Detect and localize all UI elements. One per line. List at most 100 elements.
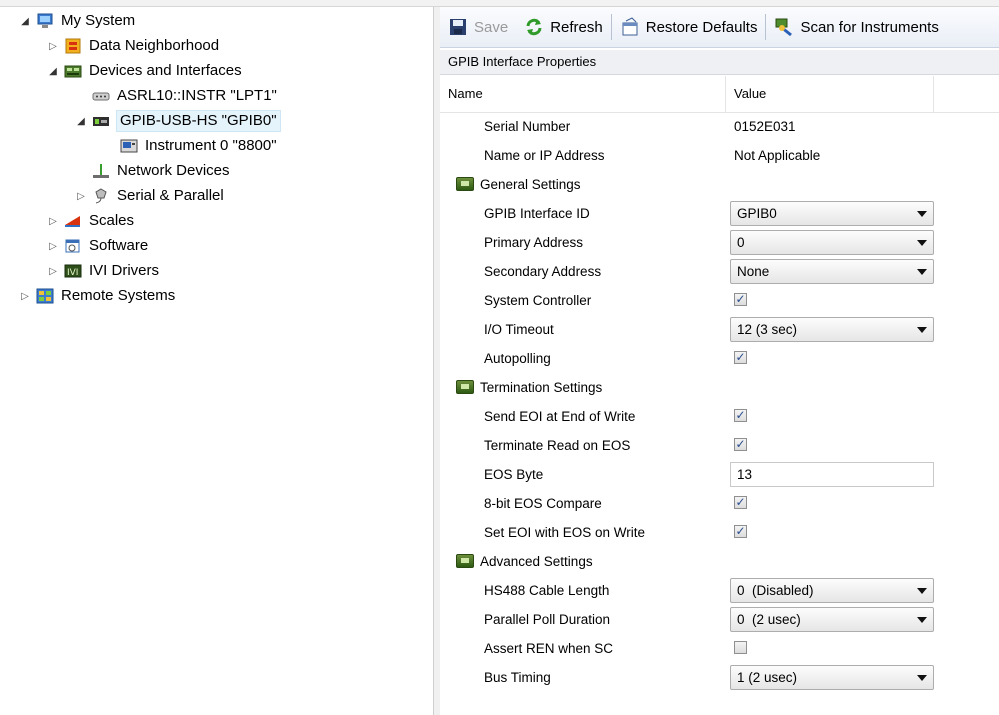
property-row[interactable]: Secondary Address None <box>440 257 999 286</box>
property-row[interactable]: EOS Byte 13 <box>440 460 999 489</box>
svg-text:IVI: IVI <box>67 268 78 278</box>
dropdown-value: 0 <box>737 235 745 250</box>
expand-arrow-icon[interactable]: ▷ <box>46 239 60 253</box>
tree-node-serial-parallel[interactable]: ▷ Serial & Parallel <box>74 184 225 208</box>
dropdown-value: 12 (3 sec) <box>737 322 798 337</box>
refresh-icon <box>524 17 544 37</box>
expand-arrow-icon[interactable]: ▷ <box>46 39 60 53</box>
property-row[interactable]: Assert REN when SC <box>440 634 999 663</box>
computer-icon <box>36 13 54 29</box>
refresh-button[interactable]: Refresh <box>516 12 611 42</box>
tree-node-instrument-0[interactable]: Instrument 0 "8800" <box>102 134 278 158</box>
scan-instruments-icon <box>774 17 794 37</box>
expand-arrow-icon[interactable]: ◢ <box>18 14 32 28</box>
dropdown-value: None <box>737 264 770 279</box>
property-name: HS488 Cable Length <box>484 583 610 598</box>
property-checkbox[interactable]: ✓ <box>734 293 747 306</box>
toolbar: Save Refresh Restore Defaults Scan for I… <box>440 7 999 48</box>
tree-label: ASRL10::INSTR "LPT1" <box>117 87 277 104</box>
property-row[interactable]: Send EOI at End of Write ✓ <box>440 402 999 431</box>
property-dropdown[interactable]: 12 (3 sec) <box>730 317 934 342</box>
restore-defaults-button[interactable]: Restore Defaults <box>612 12 766 42</box>
property-checkbox[interactable]: ✓ <box>734 351 747 364</box>
expand-arrow-spacer <box>102 139 116 153</box>
property-row[interactable]: Bus Timing 1 (2 usec) <box>440 663 999 692</box>
tree-node-scales[interactable]: ▷ Scales <box>46 209 135 233</box>
dropdown-value: 0 (Disabled) <box>737 583 814 598</box>
property-dropdown[interactable]: 1 (2 usec) <box>730 665 934 690</box>
tree-label: Data Neighborhood <box>89 37 220 54</box>
tree-label: My System <box>61 12 136 29</box>
serial-parallel-icon <box>92 188 110 204</box>
property-checkbox[interactable]: ✓ <box>734 438 747 451</box>
tree-node-asrl10[interactable]: ASRL10::INSTR "LPT1" <box>74 84 278 108</box>
tree-node-software[interactable]: ▷ Software <box>46 234 149 258</box>
property-dropdown[interactable]: 0 (Disabled) <box>730 578 934 603</box>
property-row[interactable]: System Controller ✓ <box>440 286 999 315</box>
chevron-down-icon <box>917 211 927 217</box>
tree-node-devices-interfaces[interactable]: ◢ Devices and Interfaces <box>46 59 243 83</box>
property-group-row[interactable]: Advanced Settings <box>440 547 999 576</box>
property-row[interactable]: Parallel Poll Duration 0 (2 usec) <box>440 605 999 634</box>
property-row[interactable]: Terminate Read on EOS ✓ <box>440 431 999 460</box>
expand-arrow-icon[interactable]: ◢ <box>46 64 60 78</box>
property-textbox[interactable]: 13 <box>730 462 934 487</box>
save-button[interactable]: Save <box>440 12 516 42</box>
property-name: Terminate Read on EOS <box>484 438 631 453</box>
dropdown-value: 0 (2 usec) <box>737 612 801 627</box>
property-dropdown[interactable]: 0 (2 usec) <box>730 607 934 632</box>
checkmark-icon: ✓ <box>735 437 746 451</box>
window-top-border <box>0 0 999 7</box>
property-dropdown[interactable]: None <box>730 259 934 284</box>
property-group-row[interactable]: General Settings <box>440 170 999 199</box>
expand-arrow-icon[interactable]: ▷ <box>46 214 60 228</box>
column-header-value[interactable]: Value <box>726 76 934 112</box>
chevron-down-icon <box>917 240 927 246</box>
checkmark-icon: ✓ <box>735 408 746 422</box>
tree-node-my-system[interactable]: ◢ My System <box>18 9 136 33</box>
property-row[interactable]: Primary Address 0 <box>440 228 999 257</box>
restore-defaults-icon <box>620 17 640 37</box>
devices-icon <box>64 63 82 79</box>
property-row[interactable]: Name or IP Address Not Applicable <box>440 141 999 170</box>
checkmark-icon: ✓ <box>735 292 746 306</box>
tree-node-gpib-usb-hs[interactable]: ◢ GPIB-USB-HS "GPIB0" <box>74 109 281 133</box>
property-name: Send EOI at End of Write <box>484 409 636 424</box>
group-settings-icon <box>456 177 474 191</box>
property-checkbox[interactable]: ✓ <box>734 525 747 538</box>
property-checkbox[interactable]: ✓ <box>734 409 747 422</box>
property-name: 8-bit EOS Compare <box>484 496 602 511</box>
column-header-name[interactable]: Name <box>440 76 726 112</box>
property-name: Set EOI with EOS on Write <box>484 525 646 540</box>
chevron-down-icon <box>917 675 927 681</box>
expand-arrow-icon[interactable]: ◢ <box>74 114 88 128</box>
tree-node-remote-systems[interactable]: ▷ Remote Systems <box>18 284 176 308</box>
property-dropdown[interactable]: GPIB0 <box>730 201 934 226</box>
tree-node-ivi-drivers[interactable]: ▷ IVI IVI Drivers <box>46 259 160 283</box>
expand-arrow-spacer <box>74 89 88 103</box>
expand-arrow-icon[interactable]: ▷ <box>18 289 32 303</box>
property-checkbox[interactable] <box>734 641 747 654</box>
scan-instruments-button[interactable]: Scan for Instruments <box>766 12 946 42</box>
tree-node-network-devices[interactable]: Network Devices <box>74 159 231 183</box>
gpib-icon <box>92 113 110 129</box>
property-row[interactable]: Autopolling ✓ <box>440 344 999 373</box>
tree-label: Devices and Interfaces <box>89 62 242 79</box>
expand-arrow-icon[interactable]: ▷ <box>74 189 88 203</box>
property-row[interactable]: GPIB Interface ID GPIB0 <box>440 199 999 228</box>
property-row[interactable]: HS488 Cable Length 0 (Disabled) <box>440 576 999 605</box>
property-row[interactable]: I/O Timeout 12 (3 sec) <box>440 315 999 344</box>
property-row[interactable]: 8-bit EOS Compare ✓ <box>440 489 999 518</box>
group-settings-icon <box>456 380 474 394</box>
instrument-icon <box>120 138 138 154</box>
property-checkbox[interactable]: ✓ <box>734 496 747 509</box>
property-dropdown[interactable]: 0 <box>730 230 934 255</box>
property-row[interactable]: Serial Number 0152E031 <box>440 112 999 141</box>
expand-arrow-icon[interactable]: ▷ <box>46 264 60 278</box>
dropdown-value: 1 (2 usec) <box>737 670 798 685</box>
property-row[interactable]: Set EOI with EOS on Write ✓ <box>440 518 999 547</box>
property-group-row[interactable]: Termination Settings <box>440 373 999 402</box>
system-tree: ◢ My System ▷ Data Neighborhood ◢ Device… <box>0 7 433 715</box>
property-name: I/O Timeout <box>484 322 554 337</box>
tree-node-data-neighborhood[interactable]: ▷ Data Neighborhood <box>46 34 220 58</box>
